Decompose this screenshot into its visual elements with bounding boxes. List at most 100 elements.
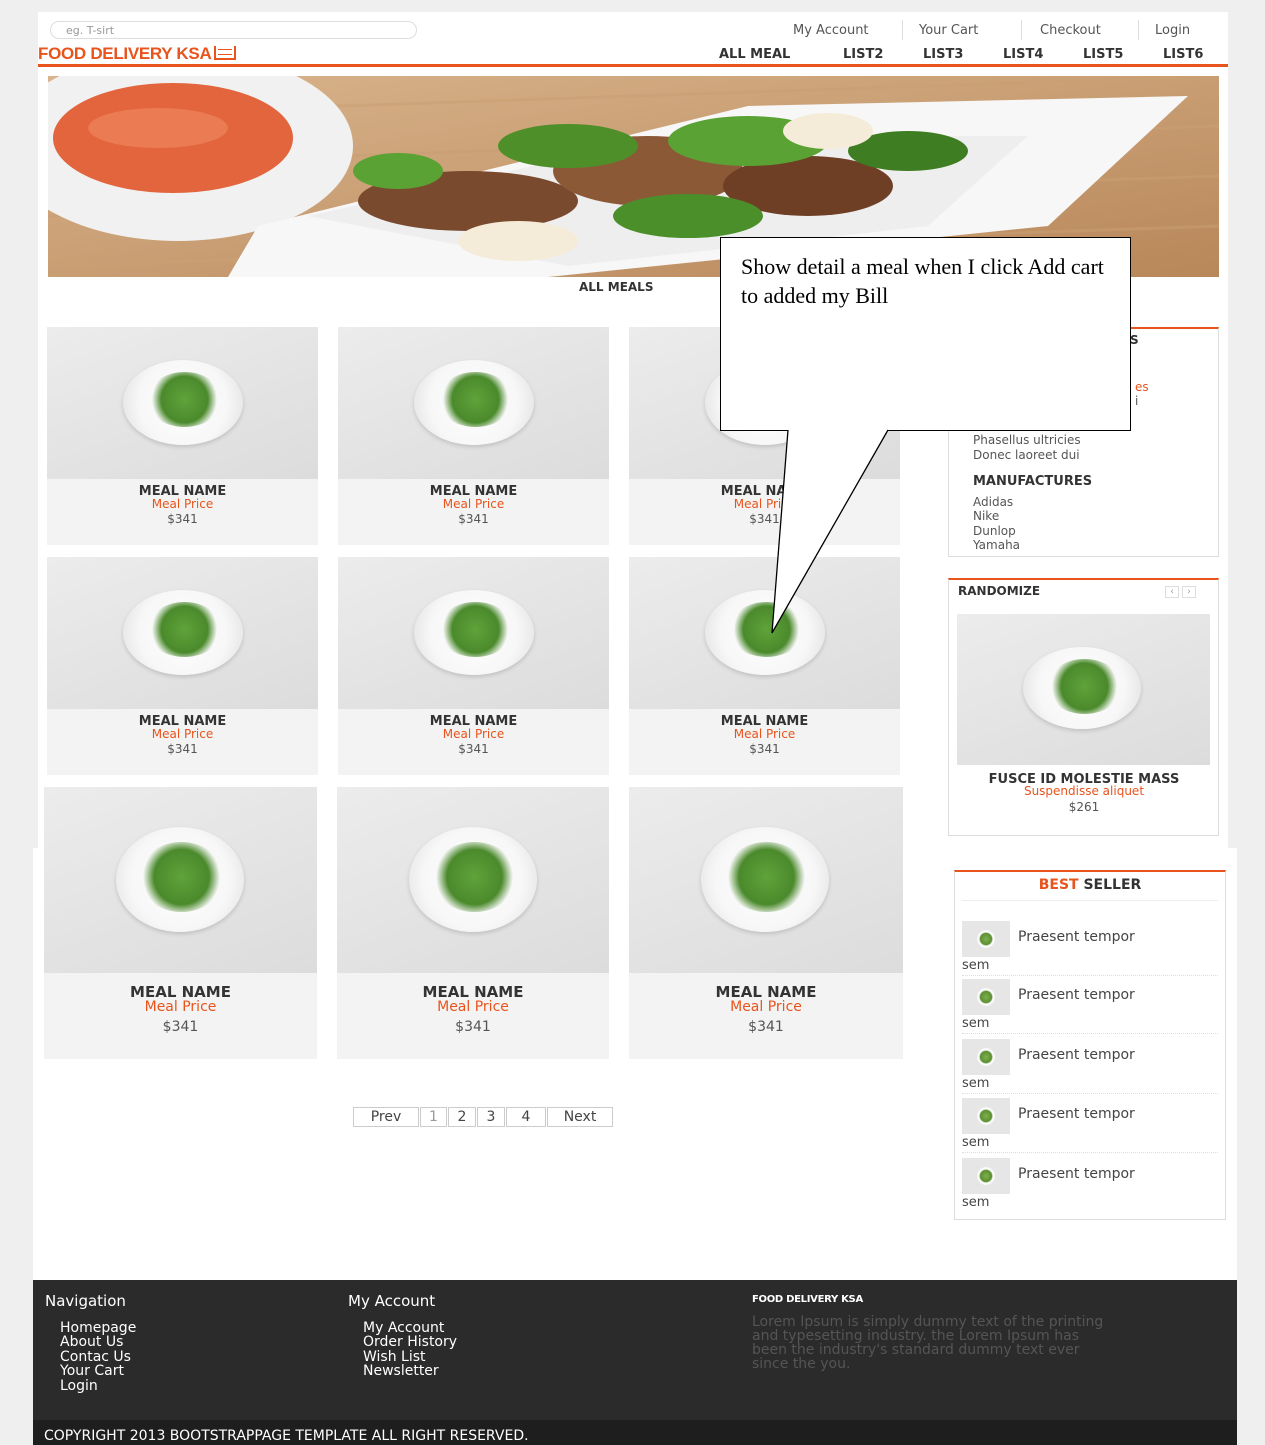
best-seller-item-title-cont: sem xyxy=(962,1135,990,1150)
top-link-divider xyxy=(902,20,903,40)
category-link[interactable]: Phasellus ultricies xyxy=(973,433,1081,447)
best-seller-item-title[interactable]: Praesent tempor xyxy=(1018,1106,1135,1122)
footer-about-text-line: since the you. xyxy=(752,1356,851,1372)
meal-price-label: Meal Price xyxy=(442,497,505,511)
best-seller-thumbnail[interactable] xyxy=(962,1098,1010,1134)
best-seller-item-title[interactable]: Praesent tempor xyxy=(1018,929,1135,945)
footer-link-about-us[interactable]: About Us xyxy=(60,1335,123,1350)
copyright-text: COPYRIGHT 2013 BOOTSTRAPPAGE TEMPLATE AL… xyxy=(44,1428,529,1444)
pagination-prev[interactable]: Prev xyxy=(353,1107,419,1127)
randomize-product-price: $261 xyxy=(1068,800,1100,814)
footer-link-newsletter[interactable]: Newsletter xyxy=(363,1364,439,1379)
meal-image xyxy=(338,327,609,479)
top-link-your-cart[interactable]: Your Cart xyxy=(919,23,978,38)
nav-list5[interactable]: LIST5 xyxy=(1083,47,1123,62)
meal-image xyxy=(629,787,903,973)
annotation-callout-pointer xyxy=(771,429,889,634)
top-link-my-account[interactable]: My Account xyxy=(793,23,869,38)
meal-card[interactable]: MEAL NAME Meal Price $341 xyxy=(338,327,609,545)
meal-price-label: Meal Price xyxy=(144,999,217,1015)
nav-list4[interactable]: LIST4 xyxy=(1003,47,1043,62)
best-seller-thumbnail[interactable] xyxy=(962,1039,1010,1075)
meal-image xyxy=(47,557,318,709)
meal-price-label: Meal Price xyxy=(151,497,214,511)
top-link-divider xyxy=(1021,20,1022,40)
nav-list3[interactable]: LIST3 xyxy=(923,47,963,62)
search-input[interactable]: eg. T-sirt xyxy=(50,21,417,39)
divider xyxy=(962,1033,1218,1034)
best-seller-thumbnail[interactable] xyxy=(962,979,1010,1015)
meal-price: $341 xyxy=(167,512,198,526)
meal-price: $341 xyxy=(458,742,489,756)
footer-link-login[interactable]: Login xyxy=(60,1379,98,1394)
manufactures-title: MANUFACTURES xyxy=(973,474,1093,489)
best-seller-item-title[interactable]: Praesent tempor xyxy=(1018,1047,1135,1063)
meal-price-label: Meal Price xyxy=(442,727,505,741)
meal-price: $341 xyxy=(748,1019,784,1035)
meal-price: $341 xyxy=(749,742,780,756)
manufacturer-link[interactable]: Nike xyxy=(973,509,999,523)
pagination-page-4[interactable]: 4 xyxy=(506,1107,546,1127)
categories-title-fragment: S xyxy=(1130,333,1139,347)
meal-price-label: Meal Price xyxy=(151,727,214,741)
footer-my-account-title: My Account xyxy=(348,1292,436,1310)
meal-card[interactable]: MEAL NAME Meal Price $341 xyxy=(338,557,609,775)
meal-card[interactable]: MEAL NAME Meal Price $341 xyxy=(44,787,317,1059)
manufacturer-link[interactable]: Dunlop xyxy=(973,524,1016,538)
divider xyxy=(962,975,1218,976)
nav-all-meal[interactable]: ALL MEAL xyxy=(719,47,790,62)
meal-price-label: Meal Price xyxy=(437,999,509,1015)
meal-price: $341 xyxy=(167,742,198,756)
footer-link-order-history[interactable]: Order History xyxy=(363,1335,457,1350)
category-link[interactable]: Donec laoreet dui xyxy=(973,448,1080,462)
best-seller-thumbnail[interactable] xyxy=(962,1158,1010,1194)
manufacturer-link[interactable]: Yamaha xyxy=(973,538,1020,552)
manufacturer-link[interactable]: Adidas xyxy=(973,495,1013,509)
chevron-left-icon[interactable]: ‹ xyxy=(1165,586,1179,598)
footer-about-text-line: Lorem Ipsum is simply dummy text of the … xyxy=(752,1314,1104,1330)
chevron-right-icon[interactable]: › xyxy=(1182,586,1196,598)
meal-card[interactable]: MEAL NAME Meal Price $341 xyxy=(47,557,318,775)
randomize-product-image[interactable] xyxy=(957,614,1210,765)
category-link[interactable]: es xyxy=(1135,380,1149,394)
meal-card[interactable]: MEAL NAME Meal Price $341 xyxy=(47,327,318,545)
top-link-divider xyxy=(1138,20,1139,40)
footer-about-text-line: been the industry's standard dummy text … xyxy=(752,1342,1080,1358)
pagination-next[interactable]: Next xyxy=(547,1107,613,1127)
meal-image xyxy=(44,787,317,973)
pagination-page-3[interactable]: 3 xyxy=(477,1107,505,1127)
best-seller-thumbnail[interactable] xyxy=(962,921,1010,957)
meal-price: $341 xyxy=(458,512,489,526)
best-seller-item-title-cont: sem xyxy=(962,1016,990,1031)
cart-icon xyxy=(214,46,237,60)
footer-link-your-cart[interactable]: Your Cart xyxy=(60,1364,124,1379)
category-link[interactable]: i xyxy=(1135,394,1138,408)
randomize-product-subtitle: Suspendisse aliquet xyxy=(1023,784,1145,798)
meal-price-label: Meal Price xyxy=(733,727,796,741)
footer-brand-logo: FOOD DELIVERY KSA xyxy=(752,1294,863,1305)
meal-card[interactable]: MEAL NAME Meal Price $341 xyxy=(629,787,903,1059)
pagination-page-1[interactable]: 1 xyxy=(420,1107,447,1127)
best-seller-title-rest: SELLER xyxy=(1083,877,1142,893)
top-link-checkout[interactable]: Checkout xyxy=(1040,23,1101,38)
top-link-login[interactable]: Login xyxy=(1155,23,1190,38)
best-seller-title: BEST SELLER xyxy=(954,877,1226,893)
best-seller-item-title[interactable]: Praesent tempor xyxy=(1018,987,1135,1003)
divider xyxy=(962,900,1218,901)
pagination-page-2[interactable]: 2 xyxy=(448,1107,476,1127)
nav-list6[interactable]: LIST6 xyxy=(1163,47,1203,62)
meal-price: $341 xyxy=(162,1019,199,1035)
section-title-all-meals: ALL MEALS xyxy=(579,280,654,294)
best-seller-item-title-cont: sem xyxy=(962,1195,990,1210)
meal-card[interactable]: MEAL NAME Meal Price $341 xyxy=(337,787,609,1059)
best-seller-item-title[interactable]: Praesent tempor xyxy=(1018,1166,1135,1182)
meal-image xyxy=(337,787,609,973)
best-seller-item-title-cont: sem xyxy=(962,1076,990,1091)
best-seller-item-title-cont: sem xyxy=(962,958,990,973)
annotation-callout: Show detail a meal when I click Add cart… xyxy=(720,237,1131,431)
footer-navigation-title: Navigation xyxy=(45,1292,126,1310)
site-logo[interactable]: FOOD DELIVERY KSA xyxy=(38,44,237,64)
nav-underline xyxy=(38,64,1228,67)
meal-image xyxy=(338,557,609,709)
nav-list2[interactable]: LIST2 xyxy=(843,47,883,62)
